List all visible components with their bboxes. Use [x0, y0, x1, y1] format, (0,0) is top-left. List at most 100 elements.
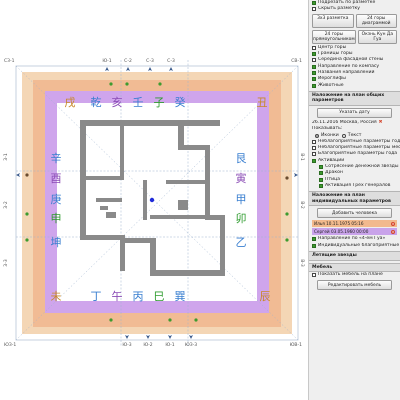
- individual-option-0-checkbox[interactable]: [312, 237, 316, 242]
- layer-option-6[interactable]: Животные: [309, 82, 400, 88]
- mountain-char-right: 艮: [236, 152, 247, 165]
- general-option-5-checkbox[interactable]: [319, 171, 323, 176]
- sector-label-bottom: Ю-2: [143, 342, 152, 348]
- remove-person-icon[interactable]: ×: [391, 229, 395, 234]
- mountain-char-right: 寅: [236, 171, 247, 185]
- furniture-option-0-label: Показать мебель на плане: [318, 272, 383, 278]
- mountain-char-top: 戌: [65, 96, 76, 109]
- general-option-4-checkbox[interactable]: [319, 165, 323, 170]
- corner-sector-label: СВ-1: [291, 58, 302, 64]
- general-option-2[interactable]: Благоприятные параметры года: [309, 151, 400, 157]
- person-entry[interactable]: Сергей 03.05.1960 00:00 ×: [312, 228, 397, 236]
- individual-option-0-label: Направление по «4-ём Гуа»: [318, 236, 386, 242]
- sector-label-right: В-3: [299, 259, 305, 267]
- clear-date-icon[interactable]: ✖: [379, 120, 383, 126]
- mountain-char-left: 庚: [51, 192, 62, 206]
- layer-option-4-checkbox[interactable]: [312, 70, 316, 75]
- mountains-diagram-button[interactable]: 24 горы диаграммой: [355, 13, 397, 28]
- furniture-option-0[interactable]: Показать мебель на плане: [309, 272, 400, 278]
- furniture-header[interactable]: Мебель: [309, 262, 400, 273]
- bagua-button[interactable]: Окзнь Кун Да Гуа: [357, 29, 397, 44]
- layer-option-6-checkbox[interactable]: [312, 83, 316, 88]
- activation-marker-icon: [168, 318, 172, 322]
- mountain-char-right: 甲: [236, 193, 247, 206]
- individual-params-header: Наложение на план индивидуальных парамет…: [309, 191, 400, 207]
- general-option-1-checkbox[interactable]: [312, 146, 316, 151]
- sector-label-right: В-2: [299, 201, 305, 209]
- edit-furniture-button[interactable]: Редактировать мебель: [317, 280, 392, 291]
- mountain-char-bottom: 未: [51, 290, 62, 303]
- layer-option-0-label: Центр горы: [318, 44, 347, 50]
- sector-label-left: З-2: [3, 201, 9, 209]
- mountain-char-left: 申: [51, 212, 62, 225]
- mountain-char-bottom: 丙: [133, 290, 144, 303]
- sector-label-top: С-2: [124, 58, 132, 64]
- settings-panel: Подрезать по разметке Скрыть разметку 3x3…: [308, 0, 400, 400]
- activation-marker-icon: [285, 176, 289, 180]
- set-date-button[interactable]: Указать дату: [317, 107, 392, 118]
- mountain-char-top: 壬: [133, 96, 144, 109]
- individual-options: Направление по «4-ём Гуа» Индивидуальные …: [309, 236, 400, 249]
- text-radio[interactable]: [341, 133, 346, 138]
- general-option-6-label: Птица: [325, 176, 341, 182]
- activation-marker-icon: [285, 212, 289, 216]
- add-person-button[interactable]: Добавить человека: [317, 208, 392, 219]
- text-radio-label: Текст: [347, 132, 362, 138]
- icons-radio[interactable]: [315, 133, 319, 138]
- floor-plan-canvas[interactable]: 戌 乾亥壬子癸 丑未 丁午丙巳巽 辰 辛酉庚申坤 艮寅甲卯乙 СЗ-1 СВ-1 ЮЗ-1 ЮВ-1…: [0, 0, 306, 400]
- layer-option-2-checkbox[interactable]: [312, 58, 316, 63]
- layer-option-5-label: Иероглифы: [318, 76, 346, 82]
- remove-person-icon[interactable]: ×: [391, 221, 395, 226]
- layer-option-5-checkbox[interactable]: [312, 77, 316, 82]
- general-option-5-label: Дракон: [325, 170, 343, 176]
- person-entry[interactable]: Илья 10.11.1975 05:16 ×: [312, 220, 397, 228]
- layer-options: Центр горы Границы горы Середина фасадной …: [309, 45, 400, 89]
- sector-label-left: З-1: [3, 153, 9, 161]
- mountain-char-right: 卯: [236, 212, 247, 225]
- option-1-checkbox[interactable]: [312, 7, 316, 12]
- mountain-char-top: 丑: [257, 96, 268, 109]
- person-name: Сергей 03.05.1960 00:00: [314, 228, 369, 234]
- grid-buttons-row-1: 3x3 разметка 24 горы диаграммой: [309, 13, 400, 29]
- individual-option-1[interactable]: Индивидуальные благоприятные параметры: [309, 243, 400, 249]
- people-list: Илья 10.11.1975 05:16 × Сергей 03.05.1960 …: [309, 220, 400, 236]
- general-option-4-label: Сотрясение денежной звезды: [325, 164, 399, 170]
- individual-option-1-label: Индивидуальные благоприятные параметры: [318, 242, 400, 248]
- general-option-7-checkbox[interactable]: [319, 183, 323, 188]
- corner-sector-label: ЮЗ-1: [4, 342, 16, 348]
- activation-marker-icon: [194, 318, 198, 322]
- activation-marker-icon: [25, 238, 29, 242]
- mountain-char-left: 辛: [51, 151, 62, 165]
- general-params-header: Наложение на план общих параметров: [309, 90, 400, 106]
- mountain-char-top: 亥: [112, 95, 123, 109]
- general-options: Неблагоприятные параметры года Неблагопри…: [309, 139, 400, 189]
- activation-marker-icon: [285, 238, 289, 242]
- layer-option-0-checkbox[interactable]: [312, 45, 316, 50]
- grid-buttons-row-2: 24 горы прямоугольником Окзнь Кун Да Гуа: [309, 29, 400, 45]
- layer-option-1-checkbox[interactable]: [312, 52, 316, 57]
- layer-option-4-label: Названия направлений: [318, 69, 375, 75]
- mountain-char-right: 乙: [236, 236, 247, 249]
- general-option-7-label: Активация Трёх генералов: [325, 182, 391, 188]
- layer-option-6-label: Животные: [318, 82, 344, 88]
- furniture-option-0-checkbox[interactable]: [312, 273, 316, 278]
- general-option-3-checkbox[interactable]: [312, 158, 316, 163]
- flying-stars-header[interactable]: Летящие звезды: [309, 250, 400, 261]
- general-option-2-checkbox[interactable]: [312, 152, 316, 157]
- individual-option-1-checkbox[interactable]: [312, 243, 316, 248]
- layer-option-3-checkbox[interactable]: [312, 64, 316, 69]
- layer-option-2-label: Середина фасадной стены: [318, 57, 384, 63]
- mountain-char-top: 子: [154, 96, 165, 109]
- option-0-checkbox[interactable]: [312, 1, 316, 6]
- activation-marker-icon: [25, 212, 29, 216]
- general-option-0-checkbox[interactable]: [312, 139, 316, 144]
- activation-marker-icon: [125, 82, 129, 86]
- general-option-6-checkbox[interactable]: [319, 177, 323, 182]
- sector-label-top: С-3: [167, 58, 175, 64]
- sector-label-top: С-3: [146, 58, 154, 64]
- general-option-1-label: Неблагоприятные параметры месяца: [318, 145, 400, 151]
- mountains-rect-button[interactable]: 24 горы прямоугольником: [312, 29, 356, 44]
- general-option-7[interactable]: Активация Трёх генералов: [309, 183, 400, 189]
- grid-3x3-button[interactable]: 3x3 разметка: [312, 13, 354, 28]
- mountain-char-left: 酉: [51, 172, 62, 185]
